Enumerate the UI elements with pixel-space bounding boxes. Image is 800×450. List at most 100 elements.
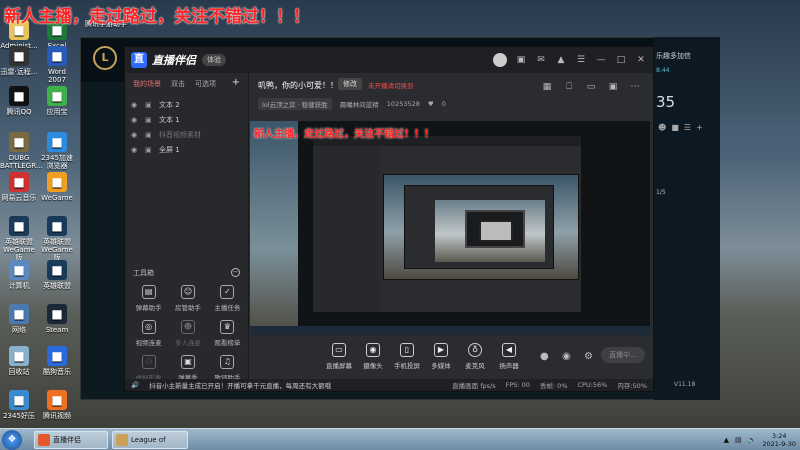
control-mic[interactable]: ♁ 麦克风 [458, 343, 492, 370]
desktop-icon-lol[interactable]: ■ 英雄联盟 WeGame版 [38, 216, 76, 262]
streamer-logo-icon: 直 [131, 52, 147, 68]
user-avatar[interactable] [493, 53, 507, 67]
desktop-icon-qq[interactable]: ■ 腾讯QQ [0, 86, 38, 116]
tool-danmaku-show[interactable]: ▣ 弹幕秀 [168, 355, 207, 382]
tool-ranking[interactable]: ♛ 观看榜单 [208, 320, 247, 347]
taskbar-item-lol[interactable]: League of Lege... [112, 431, 188, 449]
status-message[interactable]: 抖音小主新量主成已开启！开播可拿千元直播，每周还有大额哦 [149, 380, 331, 390]
network-icon: ■ [9, 304, 29, 324]
clock[interactable]: 3:24 2021-9-30 [762, 432, 796, 448]
record-icon[interactable]: ● [540, 351, 549, 362]
layout-icon[interactable]: ▦ [541, 81, 553, 93]
tool-lyrics[interactable]: ♫ 歌词助手 [208, 355, 247, 382]
tab-my-scene[interactable]: 我的场景 [133, 79, 161, 89]
lock-icon[interactable]: ▣ [145, 101, 153, 109]
lock-icon[interactable]: ▣ [145, 146, 153, 154]
shirt-icon[interactable]: ▲ [555, 54, 567, 66]
menu-icon[interactable]: ☰ [575, 54, 587, 66]
start-menu-icon[interactable]: ❖ [2, 430, 22, 450]
screen-icon[interactable]: ▭ [585, 81, 597, 93]
word-icon: ■ [47, 46, 67, 66]
minimize-icon[interactable]: — [595, 54, 607, 66]
desktop-icon-wegame[interactable]: ■ WeGame [38, 172, 76, 202]
tool-danmaku[interactable]: ▤ 弹幕助手 [129, 285, 168, 312]
desktop-icon-zip[interactable]: ■ 2345好压 [0, 390, 38, 420]
desktop-icon-network[interactable]: ■ 网络 [0, 304, 38, 334]
desktop-icon-app-store[interactable]: ■ 应用宝 [38, 86, 76, 116]
desktop-icon-netease-music[interactable]: ■ 网易云音乐 [0, 172, 38, 202]
start-stream-button[interactable]: 直播中... [601, 347, 645, 363]
friend-icon[interactable]: ☻ [658, 123, 666, 132]
overlay-banner: 新人主播，走过路过，关注不错过！！！ [4, 7, 310, 26]
desktop-icon-computer[interactable]: ■ 计算机 [0, 260, 38, 290]
desktop-icon-browser[interactable]: ■ 2345加速浏览器 [38, 132, 76, 170]
close-icon[interactable]: ✕ [635, 54, 647, 66]
source-row[interactable]: ◉ ▣ 文本 2 [131, 97, 242, 112]
desktop-icon-pubg[interactable]: ■ DUBG BATTLEGR... [0, 132, 43, 170]
source-row[interactable]: ◉ ▣ 文本 1 [131, 112, 242, 127]
network-tray-icon[interactable]: ▤ [735, 436, 742, 444]
collapse-icon[interactable]: − [231, 268, 240, 277]
control-label: 多媒体 [431, 362, 451, 370]
source-row[interactable]: ◉ ▣ 抖音视频素材 [131, 127, 242, 142]
desktop-icon-recycle-bin[interactable]: ■ 回收站 [0, 346, 38, 376]
desktop-icon-tencent-video[interactable]: ■ 腾讯视频 [38, 390, 76, 420]
desktop-icon-steam[interactable]: ■ Steam [38, 304, 76, 334]
control-speaker[interactable]: ◀ 扬声器 [492, 343, 526, 370]
mail-icon[interactable]: ✉ [535, 54, 547, 66]
nested-preview-2 [404, 185, 554, 269]
lock-icon[interactable]: ▣ [145, 131, 153, 139]
more-icon[interactable]: ⋯ [629, 81, 641, 93]
tab-double[interactable]: 双击 [171, 79, 185, 89]
lol-icon: ■ [47, 260, 67, 280]
control-media[interactable]: ▶ 多媒体 [424, 343, 458, 370]
add-source-icon[interactable]: + [232, 78, 240, 89]
visibility-icon[interactable]: ◉ [131, 101, 139, 109]
desktop-icon-word[interactable]: ■ Word 2007 [38, 46, 76, 84]
maximize-icon[interactable]: □ [615, 54, 627, 66]
source-name: 文本 1 [159, 115, 180, 124]
list-icon[interactable]: ☰ [684, 123, 691, 132]
tool-admin[interactable]: ☺ 房管助手 [168, 285, 207, 312]
tray-arrow-icon[interactable]: ▲ [724, 436, 729, 444]
lock-icon[interactable]: ⎕ [563, 81, 575, 93]
control-phone-cast[interactable]: ▯ 手机投屏 [390, 343, 424, 370]
control-camera[interactable]: ◉ 摄像头 [356, 343, 390, 370]
lock-icon[interactable]: ▣ [145, 116, 153, 124]
tab-options[interactable]: 可选项 [195, 79, 216, 89]
visibility-icon[interactable]: ◉ [131, 116, 139, 124]
desktop-icon-kugou[interactable]: ■ 酷狗音乐 [38, 346, 76, 376]
status-mem: 内存:50% [617, 382, 647, 390]
source-row[interactable]: ◉ ▣ 全屏 1 [131, 142, 242, 157]
eye-icon[interactable]: ◉ [562, 351, 571, 362]
desktop-icon-xunlei[interactable]: ■ 迅雷·远程... [0, 46, 38, 76]
version-badge: 体验 [202, 54, 226, 66]
tool-avatar[interactable]: ⚇ 虚拟形象 [129, 355, 168, 382]
tool-label: 视频连麦 [135, 339, 162, 347]
visibility-icon[interactable]: ◉ [131, 146, 139, 154]
add-icon[interactable]: + [696, 123, 703, 132]
lol-right-line1: 乐趣多加信 [656, 52, 691, 60]
app-store-icon: ■ [47, 86, 67, 106]
desktop-icon-lol[interactable]: ■ 英雄联盟 WeGame版 [0, 216, 38, 262]
tool-video-link[interactable]: ◎ 视频连麦 [129, 320, 168, 347]
wegame-icon: ■ [47, 172, 67, 192]
edit-title-button[interactable]: 修改 [338, 78, 362, 90]
visibility-icon[interactable]: ◉ [131, 131, 139, 139]
taskbar-item-streamer[interactable]: 直播伴侣 [34, 431, 108, 449]
control-screen[interactable]: ▭ 直播屏幕 [322, 343, 356, 370]
netease-music-icon: ■ [9, 172, 29, 192]
desktop-icon-lol[interactable]: ■ 英雄联盟 [38, 260, 76, 290]
control-bar: ● ◉ ⚙ 直播中... ▭ 直播屏幕 ◉ 摄像头 ▯ 手机投屏 ▶ 多媒体 ♁ 麦克风 ◀ 扬声器 [250, 335, 653, 383]
volume-tray-icon[interactable]: 🔈 [748, 436, 757, 444]
settings-icon[interactable]: ⚙ [584, 351, 593, 362]
source-list: ◉ ▣ 文本 2 ◉ ▣ 文本 1 ◉ ▣ 抖音视频素材 ◉ ▣ 全屏 1 [125, 95, 248, 159]
qq-icon: ■ [9, 86, 29, 106]
tool-task[interactable]: ✓ 主播任务 [208, 285, 247, 312]
stream-preview[interactable]: 新人主播，走过路过，关注不错过！！！ [250, 121, 650, 335]
category-chip[interactable]: lol云顶之弈 · 稳健获胜 [258, 98, 332, 110]
gift-icon[interactable]: ▣ [515, 54, 527, 66]
folder-icon[interactable]: ■ [671, 123, 679, 132]
tool-multi-link[interactable]: ☻ 多人连麦 [168, 320, 207, 347]
fullscreen-icon[interactable]: ▣ [607, 81, 619, 93]
